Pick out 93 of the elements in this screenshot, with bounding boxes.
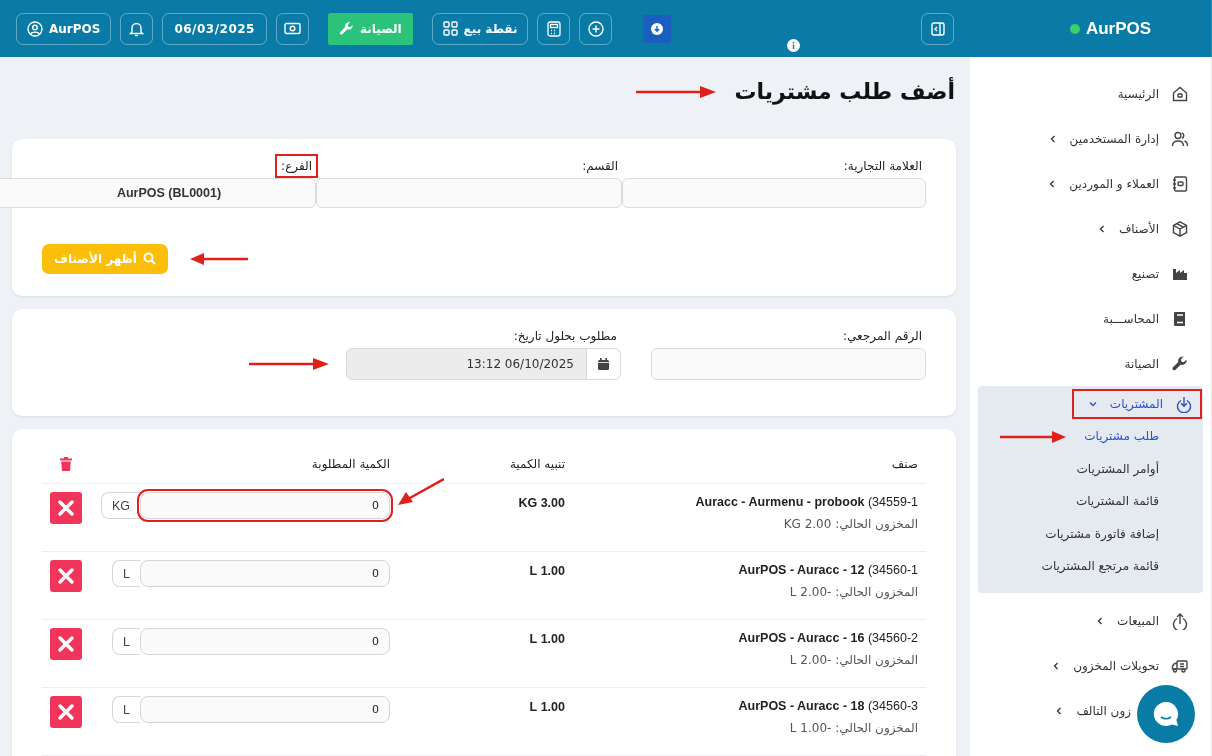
branch-select[interactable]: AurPOS (BL0001) xyxy=(0,177,316,208)
submenu-item[interactable]: أوامر المشتريات xyxy=(978,452,1203,485)
quantity-field[interactable]: 0 xyxy=(140,628,390,655)
wrench-icon xyxy=(338,21,354,36)
submenu-item[interactable]: طلب مشتريات xyxy=(978,420,1203,453)
info-icon xyxy=(787,39,800,52)
status-dot-icon xyxy=(1069,23,1080,34)
quantity-field[interactable]: 0 xyxy=(140,696,390,723)
grid-icon xyxy=(442,21,458,36)
remove-button[interactable] xyxy=(50,560,82,592)
sidebar-item[interactable]: الأصناف xyxy=(978,206,1203,251)
sidebar-item[interactable]: تحويلات المخزون xyxy=(978,643,1203,689)
alert-quantity: 1.00 L xyxy=(529,563,565,578)
remove-button[interactable] xyxy=(50,696,82,728)
select-field[interactable] xyxy=(316,177,622,208)
stock-text: المخزون الحالي: -1.00 L xyxy=(788,721,918,735)
close-icon xyxy=(57,703,75,721)
sidebar-item[interactable]: المبيعات xyxy=(978,598,1203,644)
stock-text: المخزون الحالي: 2.00 KG xyxy=(782,517,918,531)
sidebar-item[interactable]: إدارة المستخدمين xyxy=(978,116,1203,161)
unit-label: L xyxy=(112,696,140,723)
bell-icon xyxy=(129,20,145,37)
download-icon xyxy=(1175,395,1193,413)
users-icon xyxy=(1171,129,1189,148)
box-icon xyxy=(1171,219,1189,238)
close-icon xyxy=(57,635,75,653)
page-title: أضف طلب مشتريات xyxy=(734,79,955,105)
sidebar-item[interactable]: المحاســـبة xyxy=(978,296,1203,341)
column-header: الكمية المطلوبة xyxy=(310,457,391,471)
download-button[interactable] xyxy=(643,14,672,43)
sidebar-toggle-icon xyxy=(929,20,946,37)
field-label: العلامة التجارية: xyxy=(842,157,923,176)
quantity-field[interactable]: 0 xyxy=(140,560,390,587)
remove-button[interactable] xyxy=(50,628,82,660)
item-name: AurPOS - Auracc - 16 (34560-2 xyxy=(737,630,918,645)
sidebar-item[interactable]: زون التالف xyxy=(978,688,1203,734)
banknote-icon xyxy=(283,22,301,35)
cash-button[interactable] xyxy=(275,12,309,45)
close-icon xyxy=(57,499,75,517)
calculator-icon xyxy=(547,20,561,37)
chevron-down-icon xyxy=(1087,399,1098,409)
unit-label: KG xyxy=(100,492,140,519)
submenu-item[interactable]: قائمة مرتجع المشتريات xyxy=(978,550,1203,583)
column-header: صنف xyxy=(890,457,919,471)
quantity-field[interactable]: 0 xyxy=(140,492,390,519)
alert-quantity: 3.00 KG xyxy=(518,495,565,510)
sidebar-item[interactable]: العملاء و الموردين xyxy=(978,161,1203,206)
date-button[interactable]: 06/03/2025 xyxy=(162,12,267,45)
download-icon xyxy=(651,22,664,35)
alert-quantity: 1.00 L xyxy=(529,631,565,646)
alert-quantity: 1.00 L xyxy=(529,699,565,714)
reference-field[interactable] xyxy=(651,347,926,380)
add-button[interactable] xyxy=(579,12,613,45)
item-name: AurPOS - Auracc - 12 (34560-1 xyxy=(737,562,918,577)
sidebar-item[interactable]: الصيانة xyxy=(978,341,1203,386)
trash-icon[interactable] xyxy=(60,457,72,471)
user-icon xyxy=(27,20,43,37)
home-icon xyxy=(1171,84,1189,103)
select-field[interactable] xyxy=(622,177,926,208)
search-icon xyxy=(142,252,156,266)
stock-text: المخزون الحالي: -2.00 L xyxy=(788,585,918,599)
truck-icon xyxy=(1171,657,1189,675)
field-label: الفرع: xyxy=(275,153,318,178)
submenu-item[interactable]: قائمة المشتريات xyxy=(978,485,1203,518)
submenu-item[interactable]: إضافة فاتورة مشتريات xyxy=(978,517,1203,550)
date-field[interactable]: 13:12 06/10/2025 xyxy=(346,347,621,380)
pos-button[interactable]: نقطة بيع xyxy=(431,12,529,45)
close-icon xyxy=(57,567,75,585)
calendar-icon xyxy=(586,348,620,379)
chat-icon xyxy=(1151,699,1181,729)
field-label: القسم: xyxy=(581,157,619,175)
wrench-icon xyxy=(1171,354,1189,373)
unit-label: L xyxy=(112,560,140,587)
annotation-arrow xyxy=(398,478,444,506)
upload-icon xyxy=(1171,612,1189,630)
field-label: الرقم المرجعي: xyxy=(842,327,923,346)
sidebar-toggle-button[interactable] xyxy=(921,12,954,45)
brand-name: AurPOS xyxy=(1085,18,1152,39)
column-header: تنبيه الكمية xyxy=(508,457,566,471)
item-name: Auracc - Aurmenu - probook (34559-1 xyxy=(694,494,918,509)
unit-label: L xyxy=(112,628,140,655)
sidebar-item[interactable]: تصنيع xyxy=(978,251,1203,296)
notifications-button[interactable] xyxy=(120,12,154,45)
stock-text: المخزون الحالي: -2.00 L xyxy=(788,653,918,667)
user-button[interactable]: AurPOS xyxy=(16,12,112,45)
sidebar-item[interactable]: الرئيسية xyxy=(978,71,1203,116)
address-book-icon xyxy=(1171,174,1189,193)
item-name: AurPOS - Auracc - 18 (34560-3 xyxy=(737,698,918,713)
calculator-button[interactable] xyxy=(537,12,571,45)
remove-button[interactable] xyxy=(50,492,82,524)
sidebar-item[interactable]: المشتريات xyxy=(1071,388,1203,420)
add-icon xyxy=(588,20,604,37)
field-label: مطلوب بحلول تاريخ: xyxy=(512,327,618,346)
